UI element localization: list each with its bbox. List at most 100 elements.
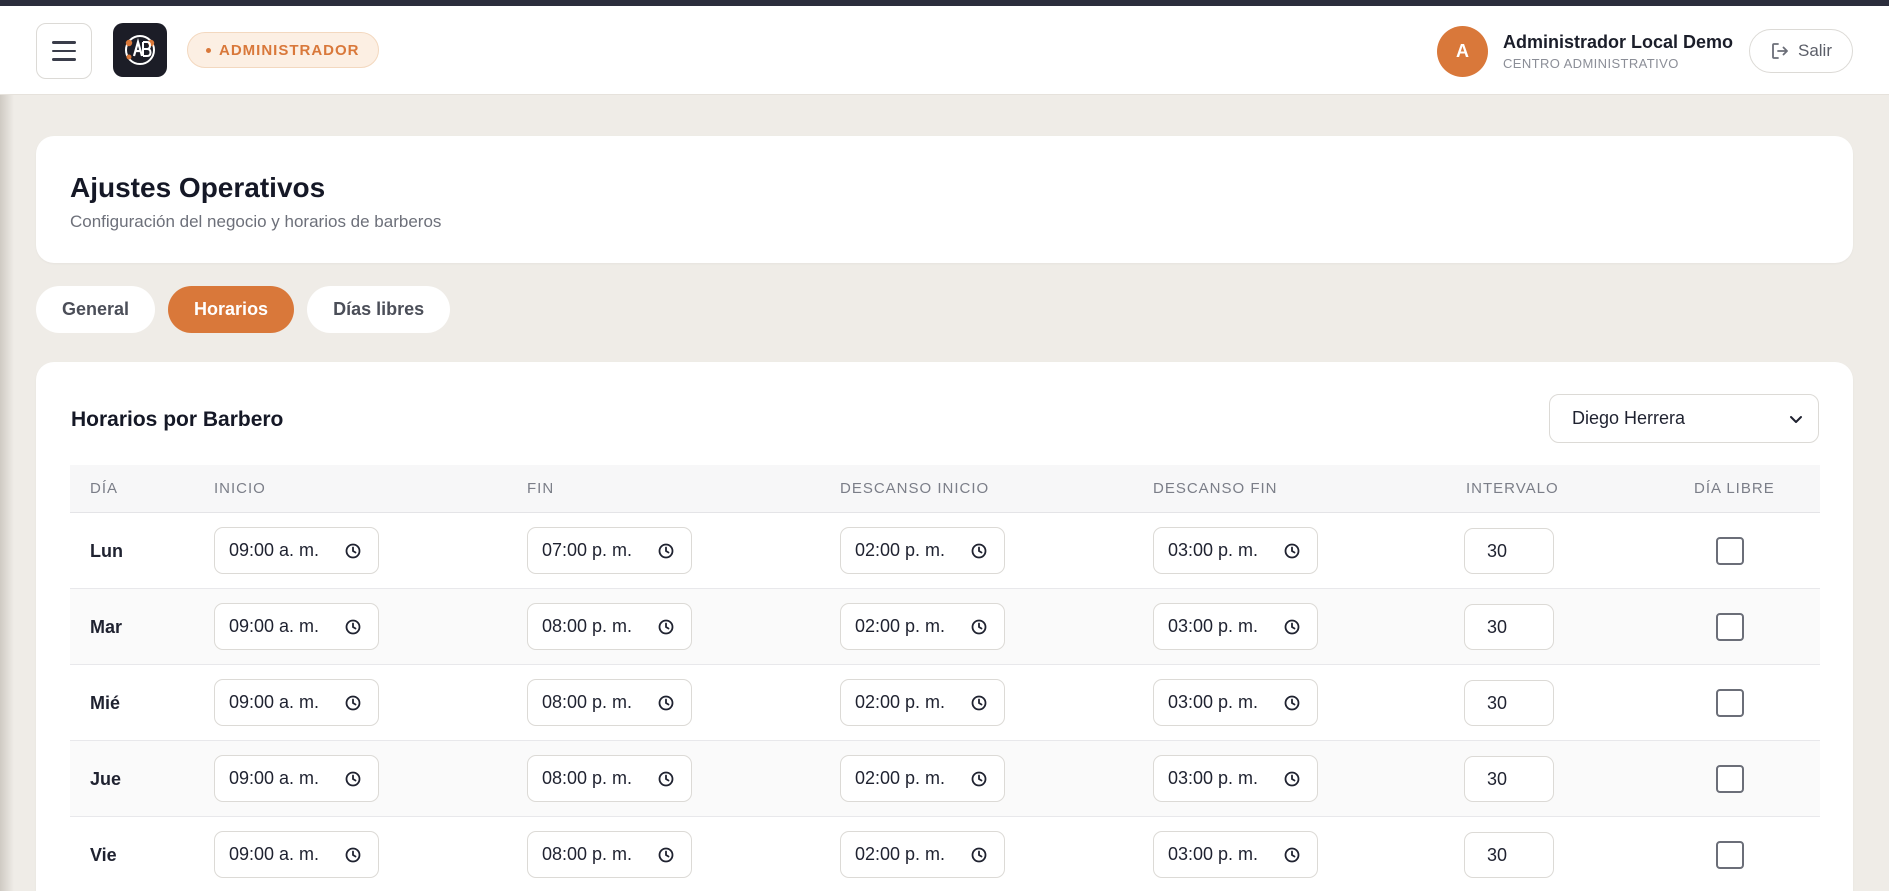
logo-icon[interactable] bbox=[113, 23, 167, 77]
clock-icon[interactable] bbox=[344, 694, 362, 717]
clock-icon[interactable] bbox=[657, 542, 675, 565]
day-off-checkbox[interactable] bbox=[1716, 689, 1744, 717]
tab-horarios[interactable]: Horarios bbox=[168, 286, 295, 333]
time-value: 03:00 p. m. bbox=[1168, 616, 1259, 636]
time-value: 03:00 p. m. bbox=[1168, 844, 1259, 864]
end-time-input[interactable]: 08:00 p. m. bbox=[527, 603, 692, 650]
top-header: ADMINISTRADOR A Administrador Local Demo… bbox=[0, 6, 1889, 95]
day-off-checkbox[interactable] bbox=[1716, 613, 1744, 641]
clock-icon[interactable] bbox=[970, 770, 988, 793]
interval-input[interactable]: 30 bbox=[1464, 756, 1554, 802]
break-start-time-input[interactable]: 02:00 p. m. bbox=[840, 755, 1005, 802]
start-time-input[interactable]: 09:00 a. m. bbox=[214, 831, 379, 878]
table-body: Lun 09:00 a. m. 07:00 p. m. 02:00 p. m. 03:0… bbox=[70, 513, 1820, 891]
break-start-time-input[interactable]: 02:00 p. m. bbox=[840, 679, 1005, 726]
break-end-time-input[interactable]: 03:00 p. m. bbox=[1153, 831, 1318, 878]
menu-button[interactable] bbox=[36, 23, 92, 79]
clock-icon[interactable] bbox=[970, 542, 988, 565]
role-badge: ADMINISTRADOR bbox=[187, 32, 379, 68]
day-off-checkbox[interactable] bbox=[1716, 537, 1744, 565]
schedule-title: Horarios por Barbero bbox=[71, 408, 284, 431]
interval-input[interactable]: 30 bbox=[1464, 832, 1554, 878]
break-start-time-input[interactable]: 02:00 p. m. bbox=[840, 527, 1005, 574]
menu-icon-line bbox=[52, 58, 76, 61]
clock-icon[interactable] bbox=[657, 618, 675, 641]
role-badge-label: ADMINISTRADOR bbox=[219, 41, 360, 59]
end-time-input[interactable]: 08:00 p. m. bbox=[527, 831, 692, 878]
end-time-input[interactable]: 08:00 p. m. bbox=[527, 679, 692, 726]
interval-input[interactable]: 30 bbox=[1464, 604, 1554, 650]
start-time-input[interactable]: 09:00 a. m. bbox=[214, 679, 379, 726]
start-time-input[interactable]: 09:00 a. m. bbox=[214, 603, 379, 650]
avatar[interactable]: A bbox=[1437, 26, 1488, 77]
left-edge-shadow bbox=[0, 6, 14, 891]
menu-icon-line bbox=[52, 49, 76, 53]
interval-input[interactable]: 30 bbox=[1464, 528, 1554, 574]
interval-value: 30 bbox=[1487, 540, 1508, 561]
page-header-card: Ajustes Operativos Configuración del neg… bbox=[36, 136, 1853, 263]
column-header-day-off: DÍA LIBRE bbox=[1694, 480, 1775, 497]
clock-icon[interactable] bbox=[344, 846, 362, 869]
clock-icon[interactable] bbox=[344, 618, 362, 641]
break-end-time-input[interactable]: 03:00 p. m. bbox=[1153, 679, 1318, 726]
table-row: Mar 09:00 a. m. 08:00 p. m. 02:00 p. m. 03:0… bbox=[70, 589, 1820, 665]
time-value: 09:00 a. m. bbox=[229, 540, 320, 560]
clock-icon[interactable] bbox=[657, 846, 675, 869]
time-value: 08:00 p. m. bbox=[542, 768, 633, 788]
column-header-start: INICIO bbox=[214, 480, 266, 497]
interval-value: 30 bbox=[1487, 692, 1508, 713]
logout-label: Salir bbox=[1797, 41, 1832, 60]
day-off-checkbox[interactable] bbox=[1716, 765, 1744, 793]
clock-icon[interactable] bbox=[1283, 618, 1301, 641]
table-header: DÍA INICIO FIN DESCANSO INICIO DESCANSO … bbox=[70, 465, 1820, 513]
break-start-time-input[interactable]: 02:00 p. m. bbox=[840, 831, 1005, 878]
time-value: 02:00 p. m. bbox=[855, 768, 946, 788]
clock-icon[interactable] bbox=[657, 694, 675, 717]
clock-icon[interactable] bbox=[1283, 846, 1301, 869]
table-row: Lun 09:00 a. m. 07:00 p. m. 02:00 p. m. 03:0… bbox=[70, 513, 1820, 589]
break-start-time-input[interactable]: 02:00 p. m. bbox=[840, 603, 1005, 650]
clock-icon[interactable] bbox=[657, 770, 675, 793]
column-header-interval: INTERVALO bbox=[1466, 480, 1559, 497]
clock-icon[interactable] bbox=[1283, 542, 1301, 565]
barber-select-value: Diego Herrera bbox=[1572, 408, 1686, 428]
clock-icon[interactable] bbox=[344, 542, 362, 565]
time-value: 03:00 p. m. bbox=[1168, 540, 1259, 560]
day-label: Mié bbox=[90, 693, 121, 713]
day-label: Mar bbox=[90, 617, 123, 637]
break-end-time-input[interactable]: 03:00 p. m. bbox=[1153, 755, 1318, 802]
start-time-input[interactable]: 09:00 a. m. bbox=[214, 527, 379, 574]
table-row: Vie 09:00 a. m. 08:00 p. m. 02:00 p. m. 03:0… bbox=[70, 817, 1820, 891]
table-row: Jue 09:00 a. m. 08:00 p. m. 02:00 p. m. 03:0… bbox=[70, 741, 1820, 817]
interval-input[interactable]: 30 bbox=[1464, 680, 1554, 726]
start-time-input[interactable]: 09:00 a. m. bbox=[214, 755, 379, 802]
chevron-down-icon bbox=[1790, 415, 1802, 423]
time-value: 02:00 p. m. bbox=[855, 692, 946, 712]
tab-dias-libres[interactable]: Días libres bbox=[307, 286, 451, 333]
clock-icon[interactable] bbox=[970, 694, 988, 717]
time-value: 09:00 a. m. bbox=[229, 844, 320, 864]
clock-icon[interactable] bbox=[1283, 770, 1301, 793]
interval-value: 30 bbox=[1487, 616, 1508, 637]
column-header-day: DÍA bbox=[90, 480, 119, 497]
end-time-input[interactable]: 07:00 p. m. bbox=[527, 527, 692, 574]
time-value: 09:00 a. m. bbox=[229, 616, 320, 636]
time-value: 02:00 p. m. bbox=[855, 540, 946, 560]
day-label: Jue bbox=[90, 769, 122, 789]
clock-icon[interactable] bbox=[970, 618, 988, 641]
break-end-time-input[interactable]: 03:00 p. m. bbox=[1153, 527, 1318, 574]
schedule-table: DÍA INICIO FIN DESCANSO INICIO DESCANSO … bbox=[70, 465, 1820, 891]
clock-icon[interactable] bbox=[970, 846, 988, 869]
tab-general[interactable]: General bbox=[36, 286, 156, 333]
clock-icon[interactable] bbox=[1283, 694, 1301, 717]
clock-icon[interactable] bbox=[344, 770, 362, 793]
day-off-checkbox[interactable] bbox=[1716, 841, 1744, 869]
time-value: 09:00 a. m. bbox=[229, 692, 320, 712]
logout-button[interactable]: Salir bbox=[1749, 29, 1853, 73]
end-time-input[interactable]: 08:00 p. m. bbox=[527, 755, 692, 802]
column-header-end: FIN bbox=[527, 480, 555, 497]
break-end-time-input[interactable]: 03:00 p. m. bbox=[1153, 603, 1318, 650]
barber-select[interactable]: Diego Herrera bbox=[1549, 394, 1819, 443]
day-label: Lun bbox=[90, 541, 123, 561]
time-value: 09:00 a. m. bbox=[229, 768, 320, 788]
